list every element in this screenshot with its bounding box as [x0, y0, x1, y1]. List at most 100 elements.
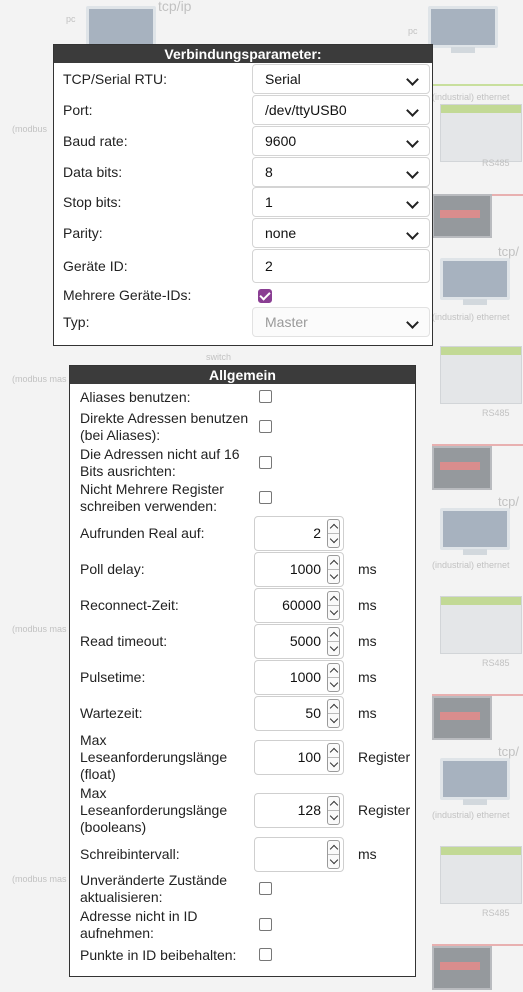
parity-select[interactable]: none	[252, 218, 430, 248]
rs485-line	[432, 944, 523, 946]
spin-buttons[interactable]	[327, 743, 340, 772]
bg-text: RS485	[482, 158, 510, 168]
option-label: Reconnect-Zeit:	[80, 597, 179, 613]
type-select[interactable]: Master	[252, 307, 430, 337]
arrow-down-icon	[329, 811, 339, 821]
spin-buttons[interactable]	[327, 796, 340, 825]
general-panel: Allgemein Aliases benutzen: Direkte Adre…	[69, 365, 416, 977]
stepper-value: 1000	[289, 561, 321, 577]
spin-buttons[interactable]	[327, 663, 340, 692]
chevron-down-icon	[406, 73, 419, 86]
plc-icon	[440, 846, 522, 904]
pulsetime-stepper[interactable]: 1000	[254, 660, 344, 695]
baud-rate-select[interactable]: 9600	[252, 126, 430, 156]
bg-text: pc	[408, 26, 418, 36]
unit-label: ms	[358, 705, 377, 721]
no-multi-register-checkbox[interactable]	[259, 491, 272, 504]
update-unchanged-checkbox[interactable]	[259, 882, 272, 895]
keep-points-in-id-checkbox[interactable]	[259, 948, 272, 961]
option-label: Punkte in ID beibehalten:	[80, 947, 237, 963]
round-real-stepper[interactable]: 2	[254, 516, 344, 551]
option-label: Schreibintervall:	[80, 846, 180, 862]
panel-title: Allgemein	[70, 366, 415, 384]
bg-text: (modbus	[12, 124, 48, 134]
option-label: Max Leseanforderungslänge (booleans)	[80, 785, 228, 835]
protocol-select[interactable]: Serial	[252, 64, 430, 94]
arrow-down-icon	[329, 714, 339, 724]
bg-text: (industrial) ethernet	[432, 810, 510, 820]
chevron-down-icon	[406, 316, 419, 329]
arrow-down-icon	[329, 758, 339, 768]
spin-buttons[interactable]	[327, 555, 340, 584]
rs485-line	[432, 194, 523, 196]
bg-text: (industrial) ethernet	[432, 560, 510, 570]
max-read-float-stepper[interactable]: 100	[254, 740, 344, 775]
panel-title: Verbindungsparameter:	[54, 45, 432, 63]
option-label: Aliases benutzen:	[80, 389, 191, 405]
multi-ids-label: Mehrere Geräte-IDs:	[63, 287, 192, 303]
unit-label: ms	[358, 597, 377, 613]
spin-buttons[interactable]	[327, 519, 340, 548]
option-label: Poll delay:	[80, 561, 145, 577]
spin-buttons[interactable]	[327, 840, 340, 869]
option-label: Wartezeit:	[80, 705, 143, 721]
bg-text: (modbus mas	[12, 374, 67, 384]
wait-time-stepper[interactable]: 50	[254, 696, 344, 731]
option-label: Unveränderte Zustände aktualisieren:	[80, 872, 228, 905]
plc-icon	[440, 104, 522, 162]
arrow-down-icon	[329, 606, 339, 616]
spin-buttons[interactable]	[327, 699, 340, 728]
select-value: Serial	[265, 71, 301, 87]
field-label: Stop bits:	[63, 194, 122, 210]
bg-text: tcp/	[498, 244, 519, 259]
poll-delay-stepper[interactable]: 1000	[254, 552, 344, 587]
bg-text: tcp/ip	[158, 0, 192, 14]
bg-text: (industrial) ethernet	[432, 312, 510, 322]
no-align-16bit-checkbox[interactable]	[259, 456, 272, 469]
bg-text: RS485	[482, 908, 510, 918]
pc-monitor-icon	[428, 6, 498, 53]
spin-buttons[interactable]	[327, 627, 340, 656]
arrow-down-icon	[329, 855, 339, 865]
multi-ids-checkbox[interactable]	[258, 289, 272, 303]
stepper-value: 128	[297, 802, 321, 818]
data-bits-select[interactable]: 8	[252, 157, 430, 187]
write-interval-stepper[interactable]	[254, 837, 344, 872]
option-label: Die Adressen nicht auf 16 Bits ausrichte…	[80, 446, 240, 479]
bg-text: (modbus mas	[12, 874, 67, 884]
address-not-in-id-checkbox[interactable]	[259, 918, 272, 931]
arrow-down-icon	[329, 534, 339, 544]
field-label: TCP/Serial RTU:	[63, 71, 167, 87]
bg-text: RS485	[482, 408, 510, 418]
device-id-input[interactable]: 2	[252, 249, 430, 283]
plc-icon	[440, 346, 522, 404]
stop-bits-select[interactable]: 1	[252, 187, 430, 217]
connection-parameters-panel: Verbindungsparameter: TCP/Serial RTU: Se…	[53, 44, 433, 346]
select-value: Master	[265, 314, 308, 330]
pc-monitor-icon	[440, 508, 510, 555]
rs485-line	[432, 444, 523, 446]
bg-text: tcp/	[498, 494, 519, 509]
chevron-down-icon	[406, 227, 419, 240]
select-value: 9600	[265, 133, 297, 149]
port-select[interactable]: /dev/ttyUSB0	[252, 95, 430, 125]
bg-text: RS485	[482, 658, 510, 668]
aliases-checkbox[interactable]	[259, 390, 272, 403]
direct-addresses-checkbox[interactable]	[259, 420, 272, 433]
bg-text: (industrial) ethernet	[432, 92, 510, 102]
chevron-down-icon	[406, 135, 419, 148]
reconnect-time-stepper[interactable]: 60000	[254, 588, 344, 623]
select-value: 8	[265, 164, 273, 180]
stepper-value: 1000	[289, 669, 321, 685]
max-read-booleans-stepper[interactable]: 128	[254, 793, 344, 828]
option-label: Adresse nicht in ID aufnehmen:	[80, 908, 198, 941]
rs485-line	[432, 694, 523, 696]
field-label: Data bits:	[63, 164, 123, 180]
bg-text: switch	[206, 352, 232, 362]
unit-label: Register	[358, 749, 411, 765]
spin-buttons[interactable]	[327, 591, 340, 620]
select-value: 1	[265, 194, 273, 210]
device-id-label: Geräte ID:	[63, 258, 128, 274]
plc-icon	[440, 596, 522, 654]
read-timeout-stepper[interactable]: 5000	[254, 624, 344, 659]
